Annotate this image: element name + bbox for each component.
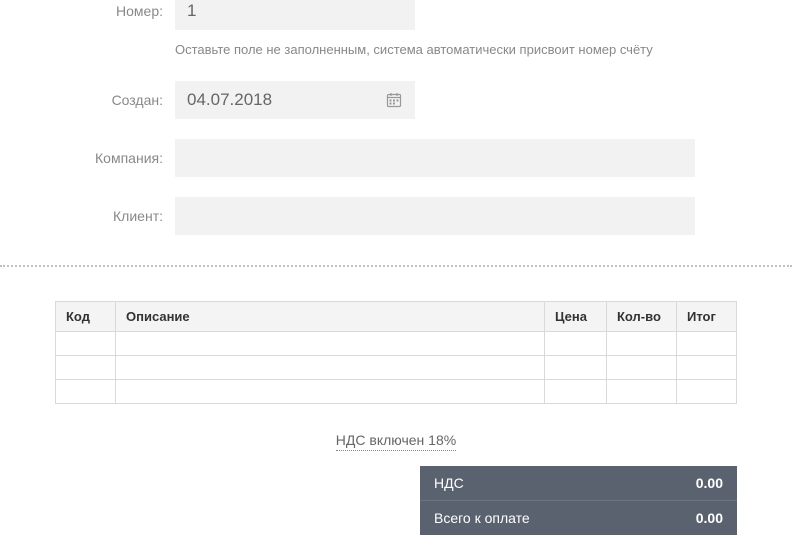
cell-qty[interactable] xyxy=(607,332,677,356)
th-code: Код xyxy=(56,302,116,332)
created-label: Создан: xyxy=(0,92,175,108)
cell-code[interactable] xyxy=(56,332,116,356)
cell-qty[interactable] xyxy=(607,380,677,404)
totals-grand-value: 0.00 xyxy=(696,510,723,526)
number-input[interactable]: 1 xyxy=(175,0,415,30)
cell-code[interactable] xyxy=(56,356,116,380)
vat-mode[interactable]: НДС включен 18% xyxy=(55,432,737,448)
client-label: Клиент: xyxy=(0,208,175,224)
vat-mode-text: НДС включен 18% xyxy=(336,432,456,451)
cell-qty[interactable] xyxy=(607,356,677,380)
totals-vat-label: НДС xyxy=(434,475,464,491)
th-price: Цена xyxy=(545,302,607,332)
cell-description[interactable] xyxy=(116,380,545,404)
company-input[interactable] xyxy=(175,139,695,177)
table-row[interactable] xyxy=(56,332,737,356)
section-divider xyxy=(0,265,792,267)
company-label: Компания: xyxy=(0,150,175,166)
number-hint: Оставьте поле не заполненным, система ав… xyxy=(175,42,695,57)
totals-vat-row: НДС 0.00 xyxy=(420,466,737,501)
cell-total[interactable] xyxy=(677,332,737,356)
totals-vat-value: 0.00 xyxy=(696,475,723,491)
cell-price[interactable] xyxy=(545,380,607,404)
table-row[interactable] xyxy=(56,356,737,380)
calendar-icon[interactable] xyxy=(385,91,403,109)
cell-price[interactable] xyxy=(545,356,607,380)
cell-price[interactable] xyxy=(545,332,607,356)
created-input[interactable]: 04.07.2018 xyxy=(175,81,415,119)
th-total: Итог xyxy=(677,302,737,332)
cell-description[interactable] xyxy=(116,332,545,356)
created-value: 04.07.2018 xyxy=(187,90,272,110)
totals-grand-label: Всего к оплате xyxy=(434,510,530,526)
cell-description[interactable] xyxy=(116,356,545,380)
cell-total[interactable] xyxy=(677,380,737,404)
number-value: 1 xyxy=(187,1,196,21)
totals-box: НДС 0.00 Всего к оплате 0.00 xyxy=(420,466,737,535)
cell-total[interactable] xyxy=(677,356,737,380)
th-description: Описание xyxy=(116,302,545,332)
th-qty: Кол-во xyxy=(607,302,677,332)
table-row[interactable] xyxy=(56,380,737,404)
cell-code[interactable] xyxy=(56,380,116,404)
client-input[interactable] xyxy=(175,197,695,235)
totals-grand-row: Всего к оплате 0.00 xyxy=(420,501,737,535)
number-label: Номер: xyxy=(0,3,175,19)
items-table: Код Описание Цена Кол-во Итог xyxy=(55,301,737,404)
